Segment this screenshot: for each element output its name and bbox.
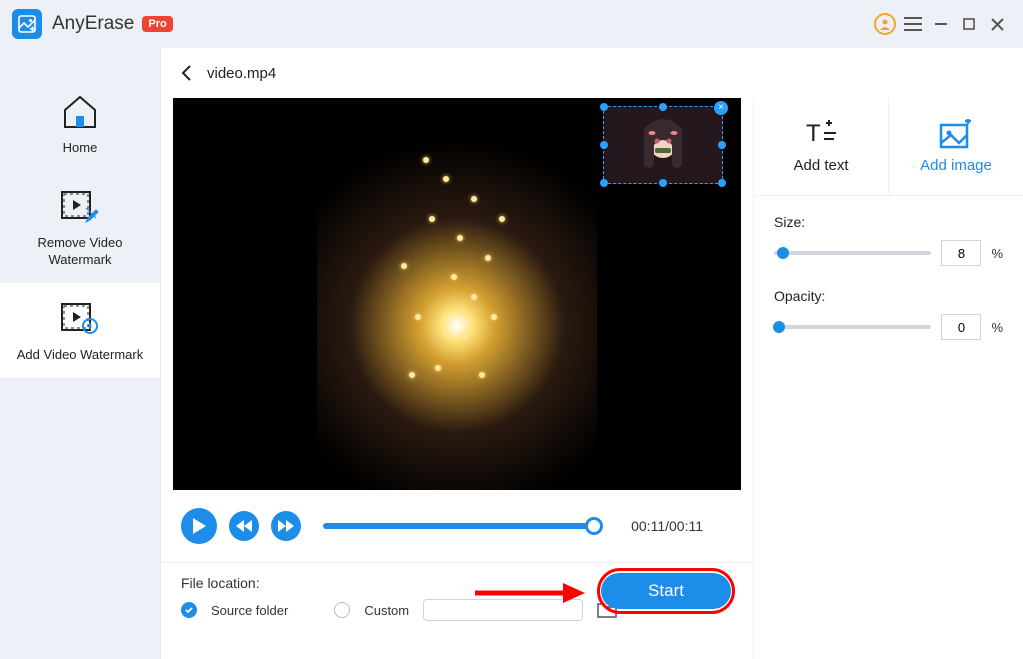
home-icon (58, 90, 102, 134)
play-button[interactable] (181, 508, 217, 544)
opacity-slider-thumb[interactable] (773, 321, 785, 333)
resize-handle[interactable] (659, 103, 667, 111)
percent-label: % (991, 320, 1003, 335)
opacity-slider[interactable] (774, 325, 931, 329)
remove-watermark-icon (58, 185, 102, 229)
seek-thumb[interactable] (585, 517, 603, 535)
add-image-icon (939, 119, 973, 149)
back-button[interactable] (181, 65, 191, 81)
seek-slider[interactable] (323, 523, 595, 529)
resize-handle[interactable] (659, 179, 667, 187)
titlebar: AnyErase Pro (0, 0, 1023, 48)
pro-badge: Pro (142, 16, 172, 32)
add-text-tab[interactable]: T Add text (754, 98, 889, 195)
sidebar-item-home[interactable]: Home (0, 76, 160, 171)
size-slider[interactable] (774, 251, 931, 255)
size-slider-thumb[interactable] (777, 247, 789, 259)
add-text-icon: T (804, 119, 838, 149)
custom-folder-label: Custom (364, 603, 409, 618)
start-button[interactable]: Start (601, 573, 731, 609)
opacity-label: Opacity: (774, 288, 1003, 304)
watermark-image-preview (638, 115, 688, 175)
opacity-input[interactable] (941, 314, 981, 340)
size-label: Size: (774, 214, 1003, 230)
breadcrumb: video.mp4 (161, 48, 1023, 98)
source-folder-label: Source folder (211, 603, 288, 618)
resize-handle[interactable] (718, 179, 726, 187)
filename: video.mp4 (207, 65, 276, 82)
minimize-button[interactable] (927, 10, 955, 38)
player-controls: 00:11/00:11 (161, 490, 753, 562)
right-panel: T Add text Add image Size: (753, 98, 1023, 659)
percent-label: % (991, 246, 1003, 261)
add-text-label: Add text (793, 157, 848, 174)
callout-arrow-icon (475, 581, 585, 605)
sidebar-item-label: Remove Video Watermark (8, 235, 152, 269)
source-folder-radio[interactable] (181, 602, 197, 618)
file-location-row: File location: Source folder Custom (161, 562, 753, 637)
resize-handle[interactable] (718, 141, 726, 149)
size-input[interactable] (941, 240, 981, 266)
add-watermark-icon (58, 297, 102, 341)
resize-handle[interactable] (600, 179, 608, 187)
sidebar-item-label: Home (8, 140, 152, 157)
sidebar-item-add-watermark[interactable]: Add Video Watermark (0, 283, 160, 378)
resize-handle[interactable] (600, 103, 608, 111)
custom-folder-radio[interactable] (334, 602, 350, 618)
content-area: video.mp4 (160, 48, 1023, 659)
app-logo-icon (12, 9, 42, 39)
sidebar-item-label: Add Video Watermark (8, 347, 152, 364)
account-button[interactable] (871, 10, 899, 38)
time-display: 00:11/00:11 (631, 518, 703, 534)
sidebar-item-remove-watermark[interactable]: Remove Video Watermark (0, 171, 160, 283)
add-image-tab[interactable]: Add image (889, 98, 1023, 195)
app-name: AnyErase (52, 13, 134, 35)
resize-handle[interactable] (600, 141, 608, 149)
menu-button[interactable] (899, 10, 927, 38)
video-content (317, 98, 597, 490)
video-preview[interactable]: × (173, 98, 741, 490)
maximize-button[interactable] (955, 10, 983, 38)
selection-close-icon[interactable]: × (714, 101, 728, 115)
sidebar: Home Remove Video Watermark Add Video Wa… (0, 48, 160, 659)
add-image-label: Add image (920, 157, 992, 174)
close-button[interactable] (983, 10, 1011, 38)
rewind-button[interactable] (229, 511, 259, 541)
svg-text:T: T (806, 120, 821, 147)
forward-button[interactable] (271, 511, 301, 541)
watermark-selection-box[interactable]: × (603, 106, 723, 184)
